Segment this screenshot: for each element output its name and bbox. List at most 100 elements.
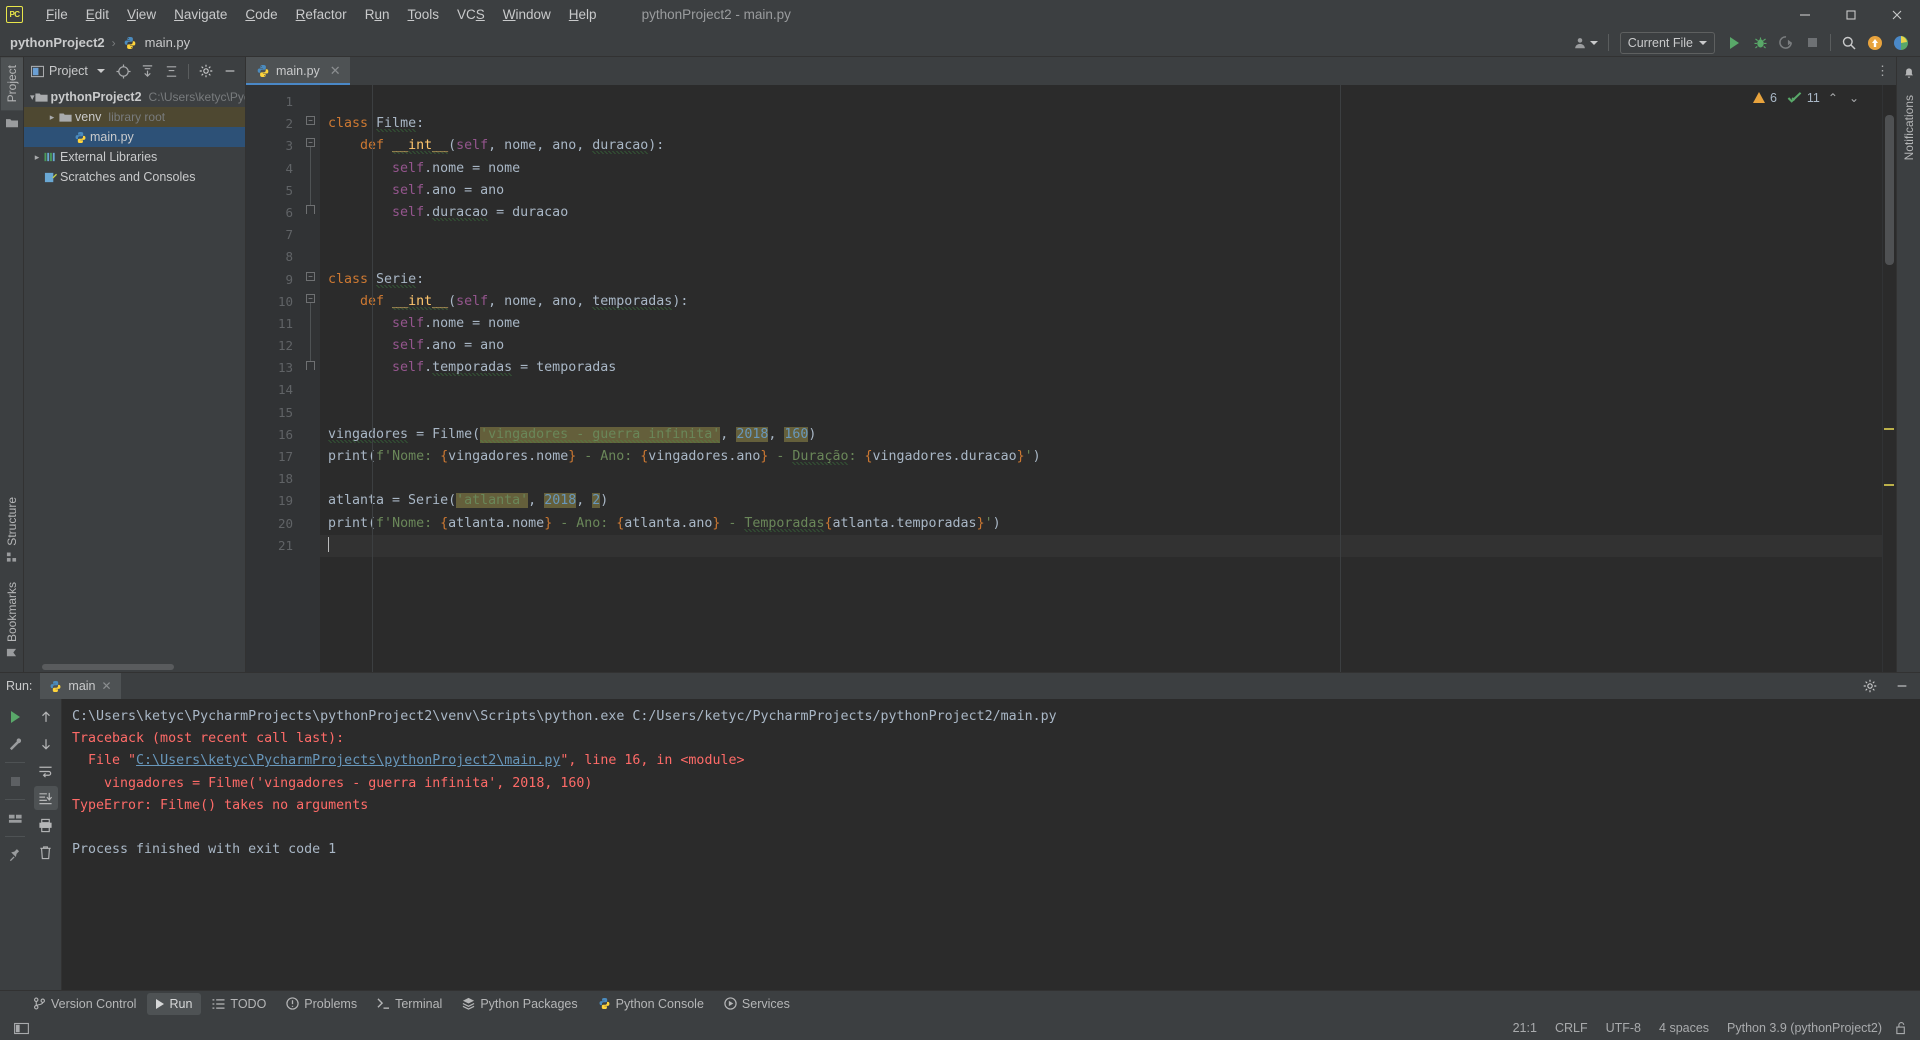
- menu-vcs[interactable]: VCS: [448, 4, 494, 25]
- previous-highlight-button[interactable]: ⌃: [1825, 91, 1841, 105]
- rail-tab-project[interactable]: Project: [0, 57, 23, 111]
- fold-marker-serie-end[interactable]: [306, 361, 315, 370]
- python-interpreter[interactable]: Python 3.9 (pythonProject2): [1718, 1019, 1891, 1037]
- tool-window-problems[interactable]: Problems: [277, 993, 366, 1015]
- code-line-17[interactable]: print(f'Nome: {vingadores.nome} - Ano: {…: [320, 446, 1882, 468]
- stop-process-button[interactable]: [3, 769, 27, 793]
- breadcrumb-project[interactable]: pythonProject2: [6, 35, 109, 50]
- run-button[interactable]: [1721, 32, 1747, 54]
- close-button[interactable]: [1874, 0, 1920, 29]
- run-tab-main[interactable]: main ✕: [40, 673, 121, 699]
- code-line-9[interactable]: class Serie:: [320, 269, 1882, 291]
- tree-item-scratches-and-consoles[interactable]: Scratches and Consoles: [24, 167, 245, 187]
- line-number[interactable]: 7: [246, 224, 302, 246]
- maximize-button[interactable]: [1828, 0, 1874, 29]
- soft-wrap-button[interactable]: [34, 759, 58, 783]
- tree-item-main-py[interactable]: main.py: [24, 127, 245, 147]
- tree-item-external-libraries[interactable]: ▸ External Libraries: [24, 147, 245, 167]
- code-folding-column[interactable]: − − − −: [302, 85, 320, 672]
- print-button[interactable]: [34, 813, 58, 837]
- line-separator[interactable]: CRLF: [1546, 1019, 1597, 1037]
- stop-button[interactable]: [1799, 32, 1825, 54]
- project-settings-button[interactable]: [195, 60, 217, 82]
- inspection-widget[interactable]: 6 11 ⌃ ⌄: [1752, 90, 1862, 105]
- menu-refactor[interactable]: Refactor: [287, 4, 356, 25]
- console-output[interactable]: C:\Users\ketyc\PycharmProjects\pythonPro…: [62, 699, 1920, 990]
- tool-window-version-control[interactable]: Version Control: [24, 993, 145, 1015]
- code-line-16[interactable]: vingadores = Filme('vingadores - guerra …: [320, 424, 1882, 446]
- chevron-right-icon[interactable]: ▸: [30, 152, 44, 163]
- code-line-3[interactable]: def __int__(self, nome, ano, duracao):: [320, 135, 1882, 157]
- caret-position[interactable]: 21:1: [1504, 1019, 1546, 1037]
- line-number[interactable]: 2: [246, 113, 302, 135]
- tool-window-python-packages[interactable]: Python Packages: [453, 993, 586, 1015]
- code-line-5[interactable]: self.ano = ano: [320, 180, 1882, 202]
- select-opened-file-button[interactable]: [112, 60, 134, 82]
- project-panel-title-group[interactable]: Project: [28, 64, 108, 78]
- scroll-down-button[interactable]: [34, 732, 58, 756]
- tool-window-todo[interactable]: TODO: [203, 993, 275, 1015]
- menu-window[interactable]: Window: [494, 4, 560, 25]
- unlocked-icon[interactable]: [1891, 1019, 1912, 1037]
- code-line-7[interactable]: [320, 224, 1882, 246]
- line-number[interactable]: 5: [246, 180, 302, 202]
- ide-feature-icon[interactable]: [1888, 32, 1914, 54]
- line-number[interactable]: 21: [246, 535, 302, 557]
- updates-available-icon[interactable]: [1862, 32, 1888, 54]
- folder-icon[interactable]: [5, 110, 19, 136]
- tree-item-pythonproject2[interactable]: ▾pythonProject2C:\Users\ketyc\Pycharm: [24, 87, 245, 107]
- line-number[interactable]: 18: [246, 468, 302, 490]
- hide-panel-button[interactable]: [219, 60, 241, 82]
- tree-item-venv[interactable]: ▸ venv library root: [24, 107, 245, 127]
- code-line-2[interactable]: class Filme:: [320, 113, 1882, 135]
- line-number[interactable]: 20: [246, 513, 302, 535]
- run-window-hide-button[interactable]: [1890, 674, 1914, 698]
- file-encoding[interactable]: UTF-8: [1597, 1019, 1650, 1037]
- line-number[interactable]: 15: [246, 402, 302, 424]
- clear-console-button[interactable]: [34, 840, 58, 864]
- line-number[interactable]: 3: [246, 135, 302, 157]
- menu-edit[interactable]: Edit: [77, 4, 118, 25]
- line-number[interactable]: 11: [246, 313, 302, 335]
- close-icon[interactable]: ✕: [330, 63, 341, 79]
- tool-window-python-console[interactable]: Python Console: [589, 993, 713, 1015]
- next-highlight-button[interactable]: ⌄: [1846, 91, 1862, 105]
- code-line-18[interactable]: [320, 468, 1882, 490]
- line-number[interactable]: 10: [246, 291, 302, 313]
- menu-navigate[interactable]: Navigate: [165, 4, 236, 25]
- line-number[interactable]: 6: [246, 202, 302, 224]
- line-number[interactable]: 13: [246, 357, 302, 379]
- code-line-21[interactable]: [320, 534, 1882, 557]
- code-line-4[interactable]: self.nome = nome: [320, 158, 1882, 180]
- layout-toggle-icon[interactable]: [10, 1022, 33, 1035]
- code-line-10[interactable]: def __int__(self, nome, ano, temporadas)…: [320, 291, 1882, 313]
- menu-file[interactable]: File: [37, 4, 77, 25]
- expand-all-button[interactable]: [136, 60, 158, 82]
- code-line-1[interactable]: [320, 91, 1882, 113]
- run-with-coverage-button[interactable]: [1773, 32, 1799, 54]
- close-icon[interactable]: ✕: [102, 679, 112, 693]
- line-number[interactable]: 9: [246, 269, 302, 291]
- line-number[interactable]: 4: [246, 158, 302, 180]
- code-line-13[interactable]: self.temporadas = temporadas: [320, 357, 1882, 379]
- chevron-right-icon[interactable]: ▸: [45, 112, 59, 123]
- code-line-20[interactable]: print(f'Nome: {atlanta.nome} - Ano: {atl…: [320, 513, 1882, 535]
- rail-tab-notifications[interactable]: Notifications: [1898, 87, 1920, 168]
- line-number[interactable]: 12: [246, 335, 302, 357]
- code-line-8[interactable]: [320, 246, 1882, 268]
- project-tree-hscrollbar[interactable]: [24, 662, 245, 672]
- pin-tab-button[interactable]: [3, 843, 27, 867]
- breadcrumb-file[interactable]: main.py: [141, 35, 195, 50]
- line-number[interactable]: 14: [246, 379, 302, 401]
- tool-window-terminal[interactable]: Terminal: [368, 993, 451, 1015]
- code-line-6[interactable]: self.duracao = duracao: [320, 202, 1882, 224]
- editor-options-icon[interactable]: ⋮: [1870, 57, 1896, 85]
- line-number[interactable]: 17: [246, 446, 302, 468]
- line-number[interactable]: 8: [246, 246, 302, 268]
- minimize-button[interactable]: [1782, 0, 1828, 29]
- fold-marker-filme-end[interactable]: [306, 205, 315, 214]
- code-text[interactable]: class Filme: def __int__(self, nome, ano…: [320, 85, 1882, 672]
- fold-marker-class-serie[interactable]: −: [306, 272, 315, 281]
- restore-layout-button[interactable]: [3, 806, 27, 830]
- code-line-15[interactable]: [320, 402, 1882, 424]
